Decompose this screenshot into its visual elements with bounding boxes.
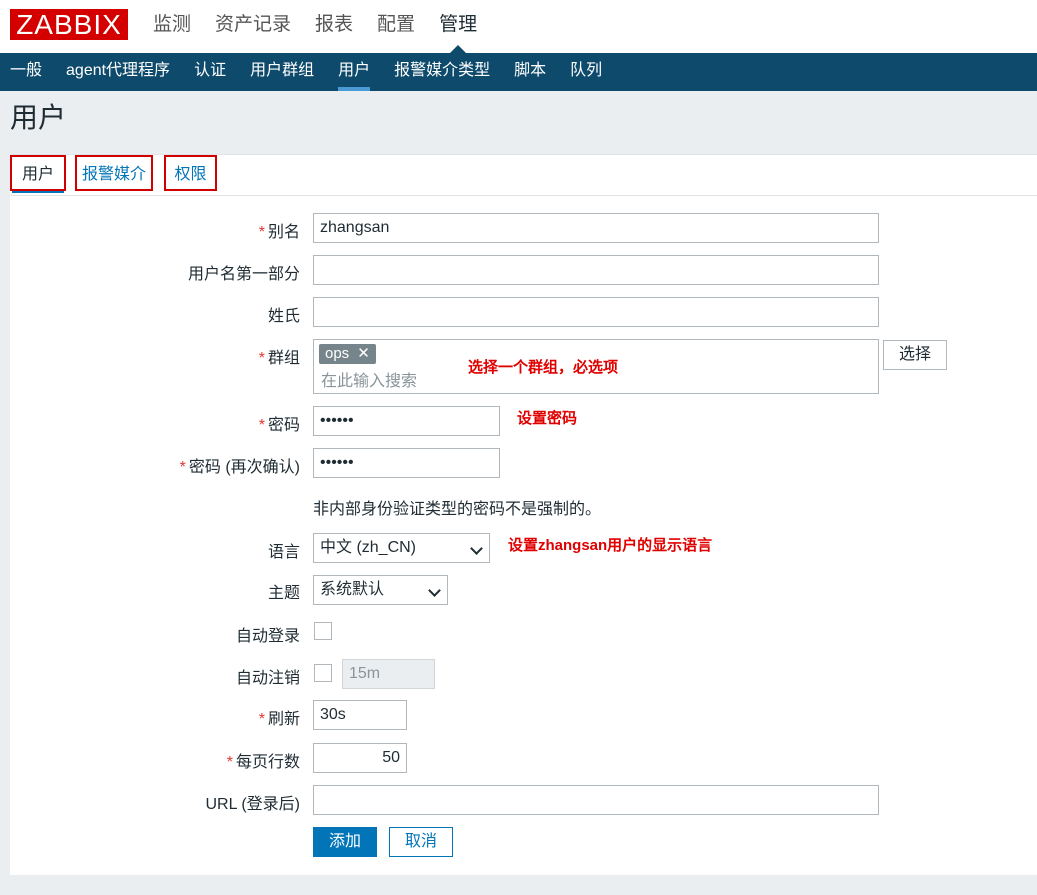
group-chip: ops ✕ [319, 344, 376, 364]
sub-nav-media-types[interactable]: 报警媒介类型 [394, 53, 490, 91]
groups-search-placeholder[interactable]: 在此输入搜索 [321, 367, 417, 391]
password-hint: 非内部身份验证类型的密码不是强制的。 [313, 501, 602, 518]
group-chip-label: ops [325, 345, 350, 362]
name-input[interactable] [313, 255, 879, 285]
page-title: 用户 [10, 102, 67, 133]
main-nav-inventory[interactable]: 资产记录 [215, 0, 291, 53]
autologin-label: 自动登录 [235, 628, 300, 645]
main-nav: 监测 资产记录 报表 配置 管理 [153, 0, 501, 53]
annotation-password: 设置密码 [517, 410, 578, 427]
main-nav-monitoring[interactable]: 监测 [153, 0, 191, 53]
name-label: 用户名第一部分 [187, 266, 300, 283]
sub-nav-proxies[interactable]: agent代理程序 [66, 53, 170, 91]
theme-value: 系统默认 [320, 581, 385, 598]
annotation-groups: 选择一个群组，必选项 [468, 359, 619, 376]
form-tabs: 用户 报警媒介 权限 [10, 155, 1037, 196]
remove-chip-icon[interactable]: ✕ [357, 344, 370, 364]
refresh-input[interactable]: 30s [313, 700, 407, 730]
select-groups-button[interactable]: 选择 [883, 340, 947, 370]
surname-label: 姓氏 [267, 308, 300, 325]
autologout-checkbox[interactable] [314, 664, 332, 682]
refresh-label: * 刷新 [258, 711, 300, 728]
sub-nav: 一般 agent代理程序 认证 用户群组 用户 报警媒介类型 脚本 队列 [0, 53, 1037, 91]
zabbix-logo[interactable]: ZABBIX [10, 9, 128, 40]
password-input[interactable]: •••••• [313, 406, 500, 436]
annotation-language: 设置zhangsan用户的显示语言 [508, 537, 713, 554]
url-input[interactable] [313, 785, 879, 815]
surname-input[interactable] [313, 297, 879, 327]
language-select[interactable]: 中文 (zh_CN) [313, 533, 490, 563]
tab-permissions[interactable]: 权限 [164, 155, 217, 191]
chevron-down-icon [470, 542, 483, 555]
sub-nav-queue[interactable]: 队列 [570, 53, 602, 91]
password-confirm-label: * 密码 (再次确认) [179, 459, 300, 476]
password-confirm-input[interactable]: •••••• [313, 448, 500, 478]
alias-input[interactable]: zhangsan [313, 213, 879, 243]
sub-nav-scripts[interactable]: 脚本 [514, 53, 546, 91]
autologin-checkbox[interactable] [314, 622, 332, 640]
chevron-down-icon [428, 584, 441, 597]
autologout-label: 自动注销 [235, 670, 300, 687]
theme-label: 主题 [267, 585, 300, 602]
rows-per-page-label: * 每页行数 [226, 754, 300, 771]
sub-nav-users[interactable]: 用户 [338, 53, 371, 91]
rows-per-page-input[interactable]: 50 [313, 743, 407, 773]
main-nav-administration[interactable]: 管理 [439, 0, 477, 53]
url-label: URL (登录后) [205, 796, 300, 813]
top-header: ZABBIX 监测 资产记录 报表 配置 管理 [0, 0, 1037, 53]
user-form-panel: 用户 报警媒介 权限 * 别名 zhangsan 用户名第一部分 姓氏 * 群组 o… [10, 154, 1037, 875]
tab-media[interactable]: 报警媒介 [75, 155, 153, 191]
password-label: * 密码 [258, 417, 300, 434]
language-label: 语言 [267, 544, 300, 561]
main-nav-reports[interactable]: 报表 [315, 0, 353, 53]
main-nav-configuration[interactable]: 配置 [377, 0, 415, 53]
autologout-input: 15m [342, 659, 435, 689]
sub-nav-general[interactable]: 一般 [10, 53, 42, 91]
alias-label: * 别名 [258, 224, 300, 241]
tab-user[interactable]: 用户 [10, 155, 66, 193]
sub-nav-authentication[interactable]: 认证 [194, 53, 226, 91]
groups-label: * 群组 [258, 350, 300, 367]
theme-select[interactable]: 系统默认 [313, 575, 448, 605]
sub-nav-user-groups[interactable]: 用户群组 [250, 53, 314, 91]
add-button[interactable]: 添加 [313, 827, 377, 857]
language-value: 中文 (zh_CN) [320, 539, 417, 556]
cancel-button[interactable]: 取消 [389, 827, 453, 857]
